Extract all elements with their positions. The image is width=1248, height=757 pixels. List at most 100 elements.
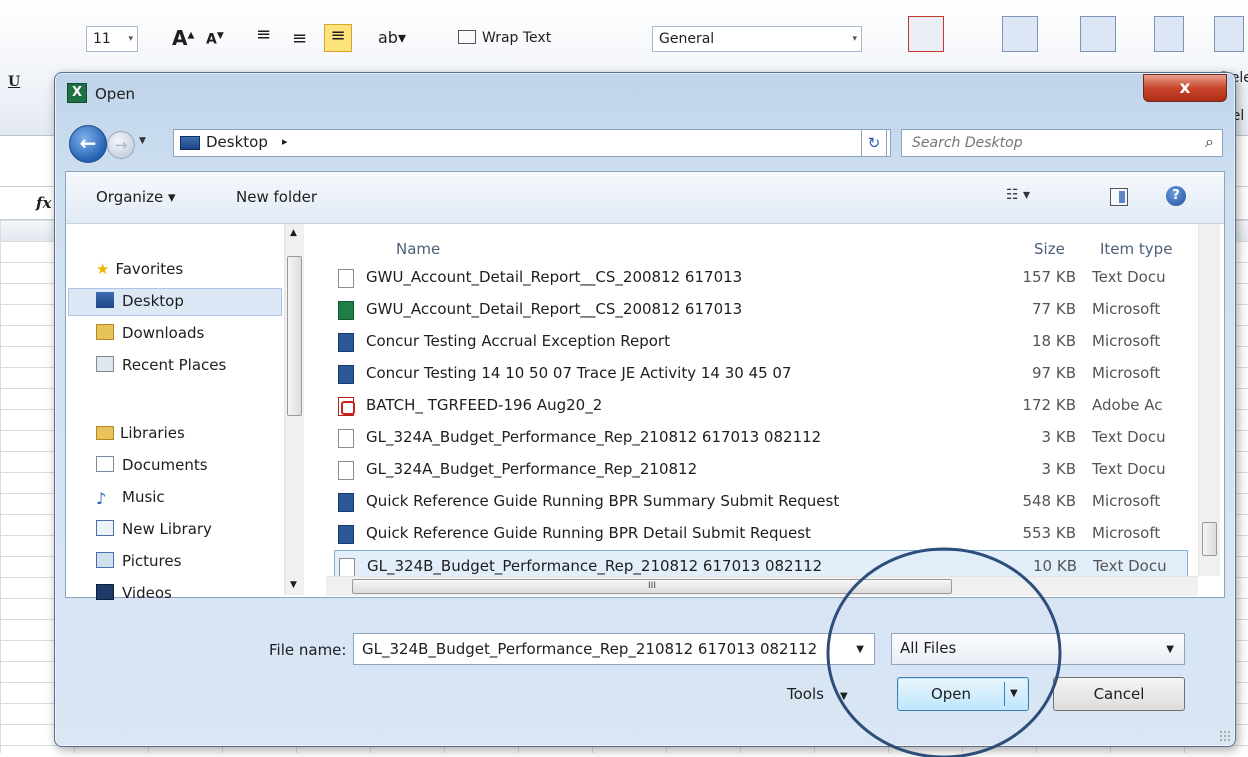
file-size: 97 KB	[1032, 364, 1076, 382]
refresh-icon[interactable]: ↻	[861, 129, 887, 157]
forward-arrow-icon[interactable]: →	[107, 131, 135, 159]
file-name: Quick Reference Guide Running BPR Detail…	[366, 524, 811, 542]
nav-item-label: Pictures	[122, 552, 182, 570]
chevron-down-icon[interactable]: ▼	[1166, 644, 1174, 655]
number-format-combo[interactable]: General ▾	[652, 26, 862, 52]
change-view-icon[interactable]: ☷ ▾	[1006, 187, 1030, 203]
delete-cells-icon[interactable]	[1214, 16, 1244, 52]
horizontal-scrollbar[interactable]: III	[326, 576, 1198, 596]
fx-label[interactable]: fx	[36, 194, 51, 212]
underline-button[interactable]: U	[8, 74, 20, 90]
help-icon[interactable]: ?	[1166, 186, 1186, 206]
nav-item-desktop[interactable]: Desktop	[96, 292, 184, 310]
insert-cells-icon[interactable]	[1154, 16, 1184, 52]
file-row[interactable]: GL_324A_Budget_Performance_Rep_210812 61…	[334, 422, 1188, 454]
column-header-size[interactable]: Size	[1034, 240, 1065, 258]
favorites-label: Favorites	[115, 260, 184, 278]
align-bottom-icon[interactable]: ≡	[324, 24, 352, 52]
new-folder-button[interactable]: New folder	[236, 188, 317, 206]
scroll-up-icon[interactable]: ▲	[290, 228, 297, 238]
history-dropdown-icon[interactable]: ▼	[139, 136, 146, 146]
font-size-combo[interactable]: 11 ▾	[86, 26, 138, 52]
open-dialog: X Open x ← → ▼ Desktop ▸ ▼ ↻ ⌕ Organize …	[54, 72, 1236, 747]
file-list-scrollbar[interactable]	[1198, 224, 1220, 576]
file-name: GWU_Account_Detail_Report__CS_200812 617…	[366, 300, 743, 318]
new-library-icon	[96, 520, 114, 536]
file-name: GL_324A_Budget_Performance_Rep_210812	[366, 460, 698, 478]
scroll-down-icon[interactable]: ▼	[290, 580, 297, 590]
cell-styles-icon[interactable]	[1080, 16, 1116, 52]
nav-item-documents[interactable]: Documents	[96, 456, 208, 474]
text-file-icon	[338, 269, 354, 288]
videos-icon	[96, 584, 114, 600]
file-type-filter[interactable]: All Files ▼	[891, 633, 1185, 665]
preview-pane-icon[interactable]	[1110, 188, 1128, 206]
nav-item-new-library[interactable]: New Library	[96, 520, 212, 538]
file-row[interactable]: GWU_Account_Detail_Report__CS_200812 617…	[334, 294, 1188, 326]
nav-libraries-header[interactable]: Libraries	[96, 424, 185, 442]
file-row[interactable]: BATCH_ TGRFEED-196 Aug20_2 172 KB Adobe Ac	[334, 390, 1188, 422]
search-box[interactable]: ⌕	[901, 129, 1223, 157]
file-list-scroll-thumb[interactable]	[1202, 522, 1217, 556]
nav-item-label: Downloads	[122, 324, 205, 342]
align-top-icon[interactable]: ≡	[256, 24, 271, 45]
column-header-name[interactable]: Name	[396, 240, 440, 258]
file-size: 10 KB	[1033, 557, 1077, 575]
resize-grip-icon[interactable]	[1219, 730, 1231, 742]
file-row[interactable]: Quick Reference Guide Running BPR Detail…	[334, 518, 1188, 550]
file-type: Microsoft	[1092, 524, 1161, 542]
file-name: BATCH_ TGRFEED-196 Aug20_2	[366, 396, 603, 414]
nav-item-label: Documents	[122, 456, 208, 474]
conditional-formatting-icon[interactable]	[908, 16, 944, 52]
orientation-icon[interactable]: ab▾	[378, 28, 406, 47]
file-row[interactable]: Quick Reference Guide Running BPR Summar…	[334, 486, 1188, 518]
file-type: Microsoft	[1092, 364, 1161, 382]
file-row[interactable]: GL_324A_Budget_Performance_Rep_210812 3 K…	[334, 454, 1188, 486]
nav-item-music[interactable]: ♪ Music	[96, 488, 165, 507]
file-name-input[interactable]	[354, 634, 844, 664]
search-input[interactable]	[902, 130, 1182, 156]
format-as-table-icon[interactable]	[1002, 16, 1038, 52]
file-size: 77 KB	[1032, 300, 1076, 318]
column-header-type[interactable]: Item type	[1100, 240, 1172, 258]
cancel-button[interactable]: Cancel	[1053, 677, 1185, 711]
file-row[interactable]: Concur Testing Accrual Exception Report 1…	[334, 326, 1188, 358]
grow-font-icon[interactable]: A▲	[172, 26, 194, 50]
nav-item-pictures[interactable]: Pictures	[96, 552, 181, 570]
nav-item-recent-places[interactable]: Recent Places	[96, 356, 226, 374]
file-size: 553 KB	[1022, 524, 1076, 542]
nav-item-downloads[interactable]: Downloads	[96, 324, 204, 342]
nav-favorites-header[interactable]: ★ Favorites	[96, 260, 183, 278]
nav-scroll-thumb[interactable]	[287, 256, 302, 416]
dialog-titlebar[interactable]: X Open x	[55, 73, 1235, 117]
back-arrow-icon[interactable]: ←	[69, 125, 107, 163]
open-button[interactable]: Open ▼	[897, 677, 1029, 711]
nav-item-label: Desktop	[122, 292, 184, 310]
word-file-icon	[338, 333, 354, 352]
close-button[interactable]: x	[1143, 74, 1227, 102]
open-label: Open	[930, 685, 972, 703]
chevron-down-icon[interactable]: ▼	[856, 644, 864, 655]
file-name-field[interactable]: ▼	[353, 633, 875, 665]
file-name: Concur Testing Accrual Exception Report	[366, 332, 670, 350]
address-location[interactable]: Desktop	[206, 133, 268, 151]
word-file-icon	[338, 525, 354, 544]
address-bar[interactable]: Desktop ▸ ▼	[173, 129, 891, 157]
file-name: Quick Reference Guide Running BPR Summar…	[366, 492, 840, 510]
nav-item-videos[interactable]: Videos	[96, 584, 172, 602]
file-row[interactable]: Concur Testing 14 10 50 07 Trace JE Acti…	[334, 358, 1188, 390]
open-dropdown-icon[interactable]: ▼	[1010, 678, 1018, 710]
shrink-font-icon[interactable]: A▼	[206, 31, 224, 48]
nav-scrollbar[interactable]: ▲ ▼	[284, 224, 304, 595]
organize-button[interactable]: Organize ▾	[96, 188, 176, 206]
file-row[interactable]: GWU_Account_Detail_Report__CS_200812 617…	[334, 262, 1188, 294]
dialog-title: Open	[95, 85, 136, 103]
wrap-text-button[interactable]: Wrap Text	[458, 30, 551, 46]
downloads-folder-icon	[96, 324, 114, 340]
number-format-value: General	[659, 31, 715, 47]
horizontal-scroll-thumb[interactable]: III	[352, 579, 952, 594]
tools-button[interactable]: Tools ▼	[787, 685, 848, 703]
search-icon[interactable]: ⌕	[1205, 132, 1214, 152]
breadcrumb-arrow-icon[interactable]: ▸	[282, 135, 288, 148]
align-middle-icon[interactable]: ≡	[292, 28, 307, 49]
